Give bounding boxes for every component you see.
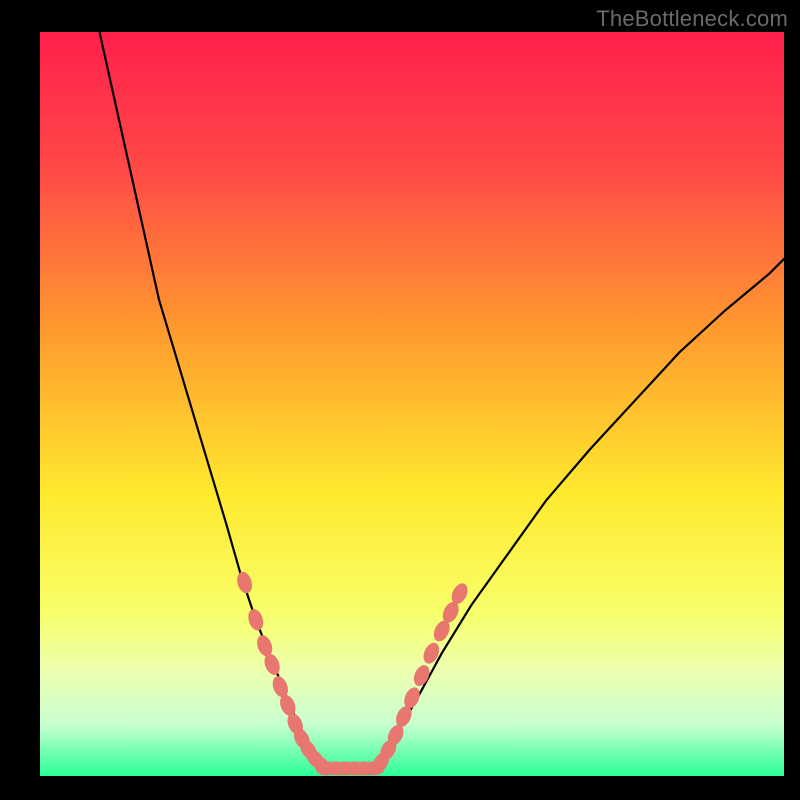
- chart-frame: TheBottleneck.com: [0, 0, 800, 800]
- bottleneck-curve-chart: [0, 0, 800, 800]
- watermark-text: TheBottleneck.com: [596, 6, 788, 32]
